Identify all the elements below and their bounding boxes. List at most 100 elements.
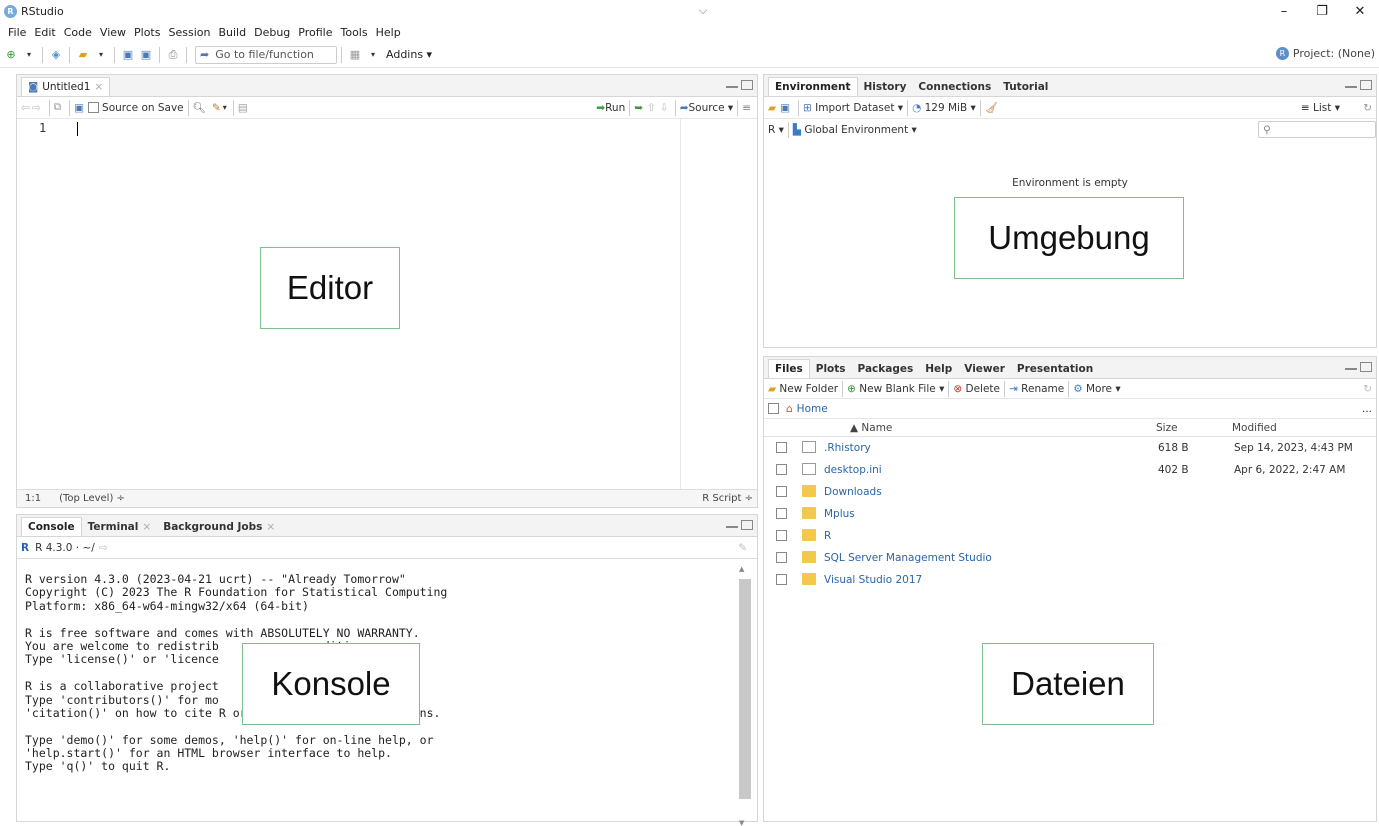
minimize-pane-icon[interactable] <box>726 80 738 88</box>
go-to-file-input[interactable]: ➦ Go to file/function <box>195 45 337 64</box>
language-selector[interactable]: R ▾ <box>768 124 784 136</box>
dropdown-arrow-icon[interactable]: ▾ <box>94 48 108 62</box>
menu-tools[interactable]: Tools <box>336 26 371 39</box>
file-name[interactable]: SQL Server Management Studio <box>824 552 992 564</box>
grid-layout-icon[interactable]: ▦ <box>348 48 362 62</box>
document-outline-icon[interactable]: ≡ <box>742 102 751 114</box>
load-workspace-icon[interactable]: ▰ <box>768 102 776 114</box>
new-file-icon[interactable]: ⊕ <box>4 48 18 62</box>
file-row[interactable]: Downloads <box>764 481 1376 503</box>
scope-selector[interactable]: (Top Level) ÷ <box>59 493 125 504</box>
file-row[interactable]: Visual Studio 2017 <box>764 569 1376 591</box>
file-row[interactable]: desktop.ini 402 B Apr 6, 2022, 2:47 AM <box>764 459 1376 481</box>
tab-help[interactable]: Help <box>919 359 958 378</box>
file-name[interactable]: R <box>824 530 831 542</box>
chevron-down-icon[interactable]: ⌵ <box>598 0 808 20</box>
tab-terminal[interactable]: Terminal × <box>82 517 158 536</box>
minimize-pane-icon[interactable] <box>1345 362 1357 370</box>
tab-console[interactable]: Console <box>21 517 82 536</box>
file-name[interactable]: .Rhistory <box>824 442 871 454</box>
rerun-icon[interactable]: ➥ <box>634 102 643 114</box>
maximize-button[interactable]: ❐ <box>1303 0 1341 22</box>
search-icon[interactable]: 🔍︎ <box>193 101 206 114</box>
file-name[interactable]: Downloads <box>824 486 882 498</box>
project-menu[interactable]: R Project: (None) <box>1275 47 1375 60</box>
tab-packages[interactable]: Packages <box>852 359 920 378</box>
home-breadcrumb[interactable]: Home <box>797 403 828 415</box>
back-arrow-icon[interactable]: ⇦ <box>21 102 30 114</box>
new-blank-file-button[interactable]: ⊕ New Blank File ▾ <box>847 383 944 395</box>
memory-usage-button[interactable]: ◔ 129 MiB ▾ <box>912 102 976 114</box>
up-arrow-icon[interactable]: ⇧ <box>647 102 656 114</box>
file-checkbox[interactable] <box>776 552 787 563</box>
menu-view[interactable]: View <box>96 26 130 39</box>
name-column-header[interactable]: ▲ Name <box>850 422 892 434</box>
dropdown-arrow-icon[interactable]: ▾ <box>223 103 227 112</box>
menu-session[interactable]: Session <box>164 26 214 39</box>
file-row[interactable]: SQL Server Management Studio <box>764 547 1376 569</box>
tab-files[interactable]: Files <box>768 359 810 378</box>
maximize-pane-icon[interactable] <box>741 520 753 530</box>
clear-console-icon[interactable]: ✎ <box>738 542 747 554</box>
maximize-pane-icon[interactable] <box>1360 362 1372 372</box>
close-tab-icon[interactable]: × <box>266 521 275 533</box>
dropdown-arrow-icon[interactable]: ▾ <box>366 48 380 62</box>
refresh-icon[interactable]: ↻ <box>1363 383 1372 395</box>
print-icon[interactable]: ⎙ <box>166 48 180 62</box>
dropdown-arrow-icon[interactable]: ▾ <box>22 48 36 62</box>
file-name[interactable]: Mplus <box>824 508 855 520</box>
open-file-icon[interactable]: ▰ <box>76 48 90 62</box>
file-checkbox[interactable] <box>776 464 787 475</box>
tab-plots[interactable]: Plots <box>810 359 852 378</box>
tab-viewer[interactable]: Viewer <box>958 359 1011 378</box>
minimize-pane-icon[interactable] <box>1345 80 1357 88</box>
maximize-pane-icon[interactable] <box>741 80 753 90</box>
import-dataset-button[interactable]: ⊞ Import Dataset ▾ <box>803 102 903 114</box>
file-checkbox[interactable] <box>776 574 787 585</box>
file-checkbox[interactable] <box>776 508 787 519</box>
forward-arrow-icon[interactable]: ⇨ <box>32 102 41 114</box>
run-button[interactable]: ➡Run <box>596 102 625 114</box>
delete-button[interactable]: ⊗ Delete <box>953 383 1000 395</box>
save-workspace-icon[interactable]: ▣ <box>780 102 790 114</box>
console-scrollbar[interactable]: ▲ ▼ <box>737 565 751 826</box>
file-name[interactable]: Visual Studio 2017 <box>824 574 922 586</box>
source-on-save-checkbox[interactable] <box>88 102 100 113</box>
refresh-icon[interactable]: ↻ <box>1363 102 1372 114</box>
file-checkbox[interactable] <box>776 442 787 453</box>
file-name[interactable]: desktop.ini <box>824 464 882 476</box>
compile-report-icon[interactable]: ▤ <box>238 102 248 114</box>
menu-file[interactable]: File <box>4 26 30 39</box>
broom-icon[interactable]: 🧹︎ <box>985 101 998 114</box>
tab-untitled1[interactable]: ◙ Untitled1 × <box>21 77 111 96</box>
close-tab-icon[interactable]: × <box>94 81 103 93</box>
file-type-selector[interactable]: R Script ÷ <box>702 493 753 504</box>
file-checkbox[interactable] <box>776 486 787 497</box>
menu-code[interactable]: Code <box>60 26 96 39</box>
rename-button[interactable]: ⇥ Rename <box>1009 383 1064 395</box>
select-all-checkbox[interactable] <box>768 403 779 414</box>
down-arrow-icon[interactable]: ⇩ <box>660 102 669 114</box>
close-tab-icon[interactable]: × <box>142 521 151 533</box>
save-icon[interactable]: ▣ <box>74 102 84 114</box>
save-icon[interactable]: ▣ <box>121 48 135 62</box>
menu-debug[interactable]: Debug <box>250 26 294 39</box>
more-button[interactable]: ⚙ More ▾ <box>1073 383 1120 395</box>
home-icon[interactable]: ⌂ <box>786 403 793 415</box>
menu-help[interactable]: Help <box>372 26 405 39</box>
menu-profile[interactable]: Profile <box>294 26 336 39</box>
file-row[interactable]: .Rhistory 618 B Sep 14, 2023, 4:43 PM <box>764 437 1376 459</box>
tab-environment[interactable]: Environment <box>768 77 858 96</box>
scroll-down-icon[interactable]: ▼ <box>739 819 744 826</box>
list-view-selector[interactable]: ≡ List ▾ <box>1301 102 1340 114</box>
go-to-dir-icon[interactable]: ⇨ <box>99 542 108 554</box>
source-button[interactable]: ➦Source ▾ <box>680 102 734 114</box>
show-in-window-icon[interactable]: ⧉ <box>54 101 62 114</box>
modified-column-header[interactable]: Modified <box>1232 422 1277 434</box>
environment-search-input[interactable]: ⚲ <box>1258 121 1376 138</box>
tab-tutorial[interactable]: Tutorial <box>997 77 1054 96</box>
tab-connections[interactable]: Connections <box>912 77 997 96</box>
file-checkbox[interactable] <box>776 530 787 541</box>
close-button[interactable]: ✕ <box>1341 0 1379 22</box>
new-folder-button[interactable]: ▰ New Folder <box>768 383 838 395</box>
